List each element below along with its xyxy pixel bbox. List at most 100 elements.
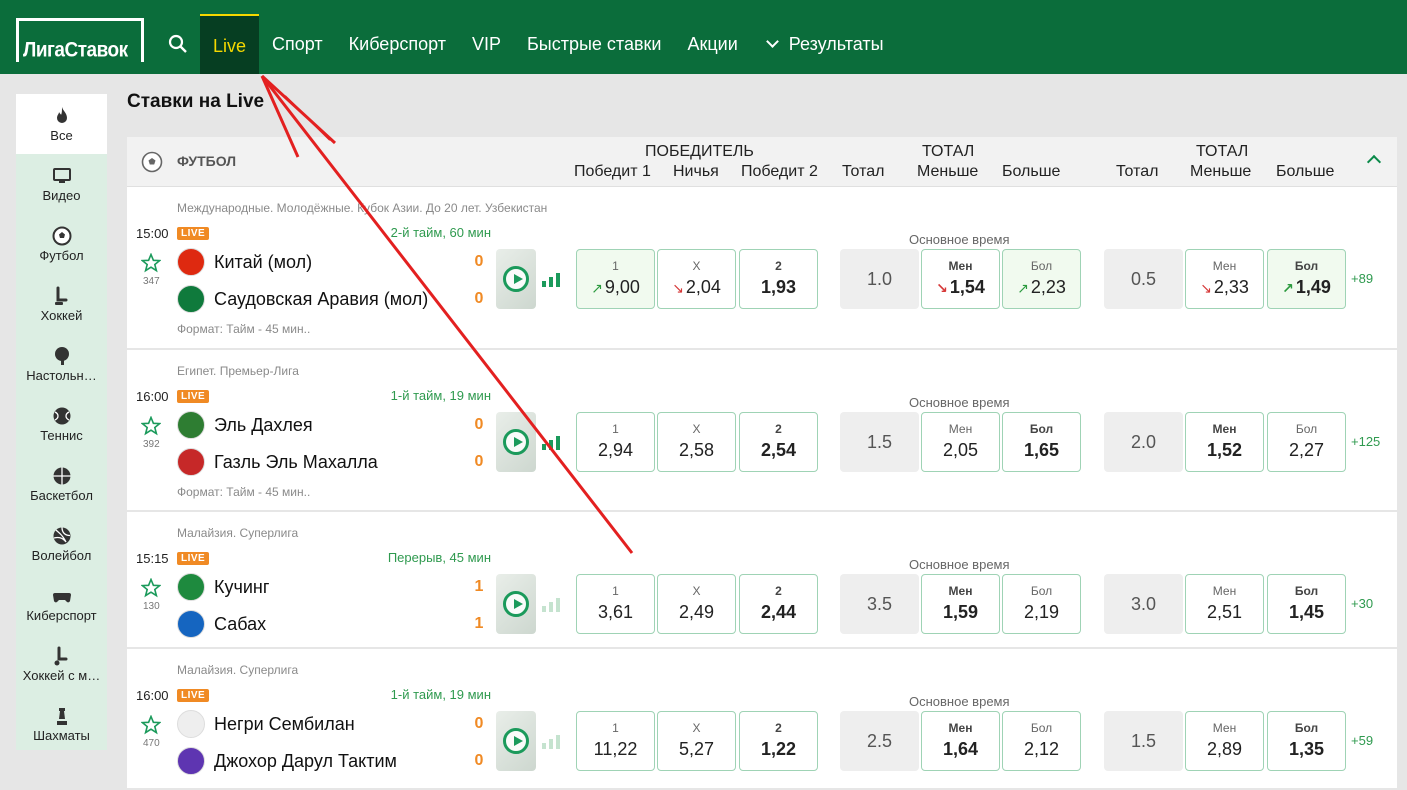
odds-button-t2_more[interactable]: Бол 2,27 — [1267, 412, 1346, 472]
odds-button-t1_less[interactable]: Мен 1,59 — [921, 574, 1000, 634]
odds-value: 2,51 — [1206, 602, 1243, 622]
sidebar-item-9[interactable]: Хоккей с м… — [16, 634, 107, 694]
more-markets-link[interactable]: +89 — [1351, 271, 1373, 286]
sidebar-item-8[interactable]: Киберспорт — [16, 574, 107, 634]
odds-button-x[interactable]: X 2,49 — [657, 574, 736, 634]
team-1[interactable]: Эль Дахлея — [177, 411, 313, 439]
odds-button-t1_more[interactable]: Бол 1,65 — [1002, 412, 1081, 472]
odds-button-t1_less[interactable]: Мен ↘ 1,54 — [921, 249, 1000, 309]
search-icon[interactable] — [168, 34, 188, 54]
odds-button-x[interactable]: X ↘ 2,04 — [657, 249, 736, 309]
odds-button-t2_less[interactable]: Мен 2,51 — [1185, 574, 1264, 634]
sidebar-item-7[interactable]: Волейбол — [16, 514, 107, 574]
odds-button-w1[interactable]: 1 2,94 — [576, 412, 655, 472]
team-logo-icon — [177, 285, 205, 313]
nav-item-3[interactable]: VIP — [459, 14, 514, 74]
sidebar-item-5[interactable]: Теннис — [16, 394, 107, 454]
sidebar-item-0[interactable]: Все — [16, 94, 107, 154]
league-name[interactable]: Малайзия. Суперлига — [177, 526, 298, 540]
sidebar-item-3[interactable]: Хоккей — [16, 274, 107, 334]
play-icon[interactable] — [503, 591, 529, 617]
nav-item-4[interactable]: Быстрые ставки — [514, 14, 675, 74]
odds-button-t1_less[interactable]: Мен 2,05 — [921, 412, 1000, 472]
league-name[interactable]: Малайзия. Суперлига — [177, 663, 298, 677]
odds-button-t1_more[interactable]: Бол ↗ 2,23 — [1002, 249, 1081, 309]
odds-button-t2_more[interactable]: Бол 1,45 — [1267, 574, 1346, 634]
nav-item-1[interactable]: Спорт — [259, 14, 336, 74]
sidebar-item-6[interactable]: Баскетбол — [16, 454, 107, 514]
team-2[interactable]: Газль Эль Махалла — [177, 448, 378, 476]
sidebar-item-1[interactable]: Видео — [16, 154, 107, 214]
odds-button-t2_less[interactable]: Мен ↘ 2,33 — [1185, 249, 1264, 309]
video-thumbnail[interactable] — [496, 711, 536, 771]
liga-stavok-logo[interactable]: ЛигаСтавок — [16, 18, 144, 62]
odds-value-wrap: 5,27 — [658, 739, 735, 760]
odds-button-t2_less[interactable]: Мен 1,52 — [1185, 412, 1264, 472]
favorite-star-icon[interactable] — [140, 714, 162, 740]
more-markets-link[interactable]: +30 — [1351, 596, 1373, 611]
match-row: Малайзия. Суперлига 15:15 LIVE Перерыв, 45 … — [127, 512, 1397, 649]
stats-bars-icon[interactable] — [542, 592, 560, 612]
odds-value-wrap: ↗ 9,00 — [577, 277, 654, 298]
favorite-star-icon[interactable] — [140, 415, 162, 441]
odds-button-w2[interactable]: 2 2,54 — [739, 412, 818, 472]
odds-button-w2[interactable]: 2 1,22 — [739, 711, 818, 771]
odds-button-w1[interactable]: 1 ↗ 9,00 — [576, 249, 655, 309]
team-1[interactable]: Негри Сембилан — [177, 710, 355, 738]
odds-button-t1_more[interactable]: Бол 2,12 — [1002, 711, 1081, 771]
team-1[interactable]: Кучинг — [177, 573, 269, 601]
odds-button-t2_less[interactable]: Мен 2,89 — [1185, 711, 1264, 771]
stats-bars-icon[interactable] — [542, 430, 560, 450]
sidebar-item-10[interactable]: Шахматы — [16, 694, 107, 754]
nav-item-5[interactable]: Акции — [674, 14, 750, 74]
team-2[interactable]: Сабах — [177, 610, 266, 638]
odds-button-t1_less[interactable]: Мен 1,64 — [921, 711, 1000, 771]
nav-item-0[interactable]: Live — [200, 14, 260, 74]
odds-button-t2_more[interactable]: Бол ↗ 1,49 — [1267, 249, 1346, 309]
odds-button-t1_more[interactable]: Бол 2,19 — [1002, 574, 1081, 634]
play-icon[interactable] — [503, 728, 529, 754]
odds-value-wrap: 2,12 — [1003, 739, 1080, 760]
video-thumbnail[interactable] — [496, 249, 536, 309]
league-name[interactable]: Египет. Премьер-Лига — [177, 364, 299, 378]
sidebar-item-2[interactable]: Футбол — [16, 214, 107, 274]
team-2[interactable]: Саудовская Аравия (мол) — [177, 285, 428, 313]
nav-item-2[interactable]: Киберспорт — [336, 14, 459, 74]
stats-bars-icon[interactable] — [542, 267, 560, 287]
team-logo-icon — [177, 573, 205, 601]
stats-bars-icon[interactable] — [542, 729, 560, 749]
trend-up-icon: ↗ — [1017, 280, 1029, 296]
favorite-star-icon[interactable] — [140, 577, 162, 603]
play-icon[interactable] — [503, 429, 529, 455]
sidebar-item-4[interactable]: Настольн… — [16, 334, 107, 394]
odds-button-t2_more[interactable]: Бол 1,35 — [1267, 711, 1346, 771]
team-2[interactable]: Джохор Дарул Тактим — [177, 747, 397, 775]
monitor-icon — [52, 166, 72, 186]
more-markets-link[interactable]: +59 — [1351, 733, 1373, 748]
video-thumbnail[interactable] — [496, 574, 536, 634]
favorite-star-icon[interactable] — [140, 252, 162, 278]
odds-label: 1 — [612, 422, 619, 436]
nav-item-label: Акции — [687, 34, 738, 54]
collapse-chevron-icon[interactable] — [1366, 154, 1382, 170]
team-1[interactable]: Китай (мол) — [177, 248, 312, 276]
odds-value-wrap: 2,05 — [922, 440, 999, 461]
video-thumbnail[interactable] — [496, 412, 536, 472]
odds-value: 2,44 — [760, 602, 797, 622]
win2-header: Победит 2 — [741, 163, 818, 180]
odds-button-w1[interactable]: 1 3,61 — [576, 574, 655, 634]
soccer-ball-icon — [52, 226, 72, 246]
play-icon[interactable] — [503, 266, 529, 292]
odds-button-w1[interactable]: 1 11,22 — [576, 711, 655, 771]
odds-button-x[interactable]: X 5,27 — [657, 711, 736, 771]
odds-button-w2[interactable]: 2 2,44 — [739, 574, 818, 634]
sidebar-item-label: Все — [50, 127, 73, 143]
odds-label: Мен — [948, 721, 973, 735]
odds-button-x[interactable]: X 2,58 — [657, 412, 736, 472]
odds-value-wrap: ↘ 1,54 — [922, 277, 999, 298]
odds-button-w2[interactable]: 2 1,93 — [739, 249, 818, 309]
league-name[interactable]: Международные. Молодёжные. Кубок Азии. Д… — [177, 201, 547, 215]
nav-item-6[interactable]: Результаты — [751, 14, 897, 74]
more-markets-link[interactable]: +125 — [1351, 434, 1380, 449]
odds-label: Мен — [1212, 721, 1237, 735]
